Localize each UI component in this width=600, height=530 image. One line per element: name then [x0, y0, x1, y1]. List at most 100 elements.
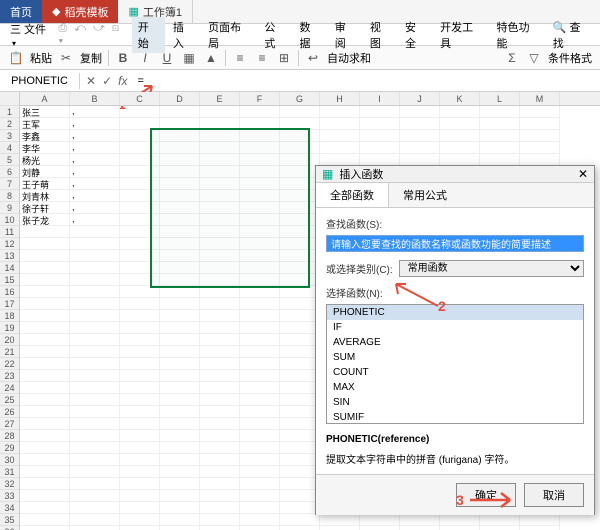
cell[interactable]: [200, 490, 240, 502]
col-header[interactable]: F: [240, 92, 280, 105]
cell[interactable]: [120, 118, 160, 130]
cell[interactable]: [240, 142, 280, 154]
cell[interactable]: [240, 442, 280, 454]
autosum-label[interactable]: 自动求和: [327, 50, 371, 66]
cell[interactable]: [20, 274, 70, 286]
cell[interactable]: [360, 106, 400, 118]
cell[interactable]: [70, 382, 120, 394]
col-header[interactable]: D: [160, 92, 200, 105]
cell[interactable]: [120, 178, 160, 190]
cell[interactable]: [70, 454, 120, 466]
cell[interactable]: [240, 526, 280, 530]
cell[interactable]: [240, 262, 280, 274]
border-icon[interactable]: ▦: [181, 50, 197, 66]
cell[interactable]: [160, 370, 200, 382]
cell[interactable]: [280, 466, 320, 478]
cell[interactable]: [120, 310, 160, 322]
cell[interactable]: [240, 166, 280, 178]
row-header[interactable]: 33: [0, 490, 19, 502]
cell[interactable]: [520, 118, 560, 130]
cell[interactable]: [280, 358, 320, 370]
row-header[interactable]: 22: [0, 358, 19, 370]
cell[interactable]: [200, 262, 240, 274]
cell[interactable]: [120, 430, 160, 442]
cut-icon[interactable]: ✂: [58, 50, 74, 66]
cell[interactable]: [20, 394, 70, 406]
align-left-icon[interactable]: ≡: [232, 50, 248, 66]
cell[interactable]: [400, 118, 440, 130]
wrap-icon[interactable]: ↩: [305, 50, 321, 66]
cell[interactable]: [240, 478, 280, 490]
row-header[interactable]: 26: [0, 406, 19, 418]
row-header[interactable]: 13: [0, 250, 19, 262]
cell[interactable]: [360, 142, 400, 154]
cell[interactable]: [70, 274, 120, 286]
menu-security[interactable]: 安全: [399, 17, 432, 53]
cell[interactable]: [200, 226, 240, 238]
cell[interactable]: 李华: [20, 142, 70, 154]
cell[interactable]: [280, 166, 320, 178]
cell[interactable]: 张三: [20, 106, 70, 118]
cell[interactable]: [440, 130, 480, 142]
cell[interactable]: [70, 226, 120, 238]
row-header[interactable]: 3: [0, 130, 19, 142]
cell[interactable]: [120, 322, 160, 334]
cell[interactable]: [20, 238, 70, 250]
cell[interactable]: [280, 214, 320, 226]
cell[interactable]: [160, 238, 200, 250]
row-header[interactable]: 2: [0, 118, 19, 130]
cell[interactable]: [160, 322, 200, 334]
cell[interactable]: [280, 130, 320, 142]
cell[interactable]: [360, 130, 400, 142]
menu-dev[interactable]: 开发工具: [434, 17, 488, 53]
cell[interactable]: [480, 130, 520, 142]
cell[interactable]: 王子萌: [20, 178, 70, 190]
cell[interactable]: [20, 526, 70, 530]
cell[interactable]: [70, 250, 120, 262]
cell[interactable]: [160, 118, 200, 130]
italic-icon[interactable]: I: [137, 50, 153, 66]
cell[interactable]: [280, 298, 320, 310]
cell[interactable]: [160, 202, 200, 214]
cell[interactable]: ,: [70, 178, 120, 190]
cell[interactable]: [200, 406, 240, 418]
cell[interactable]: [70, 442, 120, 454]
cell[interactable]: [120, 226, 160, 238]
cell[interactable]: [20, 334, 70, 346]
col-header[interactable]: B: [70, 92, 120, 105]
cell[interactable]: [200, 442, 240, 454]
cell[interactable]: ,: [70, 154, 120, 166]
cell[interactable]: [200, 286, 240, 298]
col-header[interactable]: J: [400, 92, 440, 105]
col-header[interactable]: C: [120, 92, 160, 105]
row-header[interactable]: 24: [0, 382, 19, 394]
fx-icon[interactable]: fx: [118, 74, 127, 88]
function-item[interactable]: AVERAGE: [327, 335, 583, 350]
row-header[interactable]: 32: [0, 478, 19, 490]
underline-icon[interactable]: U: [159, 50, 175, 66]
function-item[interactable]: SUM: [327, 350, 583, 365]
cell[interactable]: ,: [70, 202, 120, 214]
cell[interactable]: [20, 514, 70, 526]
cell[interactable]: [160, 418, 200, 430]
cell[interactable]: [200, 190, 240, 202]
cell[interactable]: ,: [70, 214, 120, 226]
cell[interactable]: [120, 370, 160, 382]
cell[interactable]: [120, 490, 160, 502]
cell[interactable]: [400, 526, 440, 530]
cell[interactable]: [280, 442, 320, 454]
cell[interactable]: [120, 502, 160, 514]
cell[interactable]: [160, 178, 200, 190]
cell[interactable]: [200, 322, 240, 334]
cell[interactable]: [20, 418, 70, 430]
cell[interactable]: [160, 334, 200, 346]
close-icon[interactable]: ✕: [578, 167, 588, 181]
cell[interactable]: [20, 430, 70, 442]
cell[interactable]: [280, 478, 320, 490]
cell[interactable]: [240, 334, 280, 346]
cell[interactable]: [70, 490, 120, 502]
cell[interactable]: [160, 526, 200, 530]
cell[interactable]: [200, 430, 240, 442]
col-header[interactable]: M: [520, 92, 560, 105]
row-header[interactable]: 14: [0, 262, 19, 274]
